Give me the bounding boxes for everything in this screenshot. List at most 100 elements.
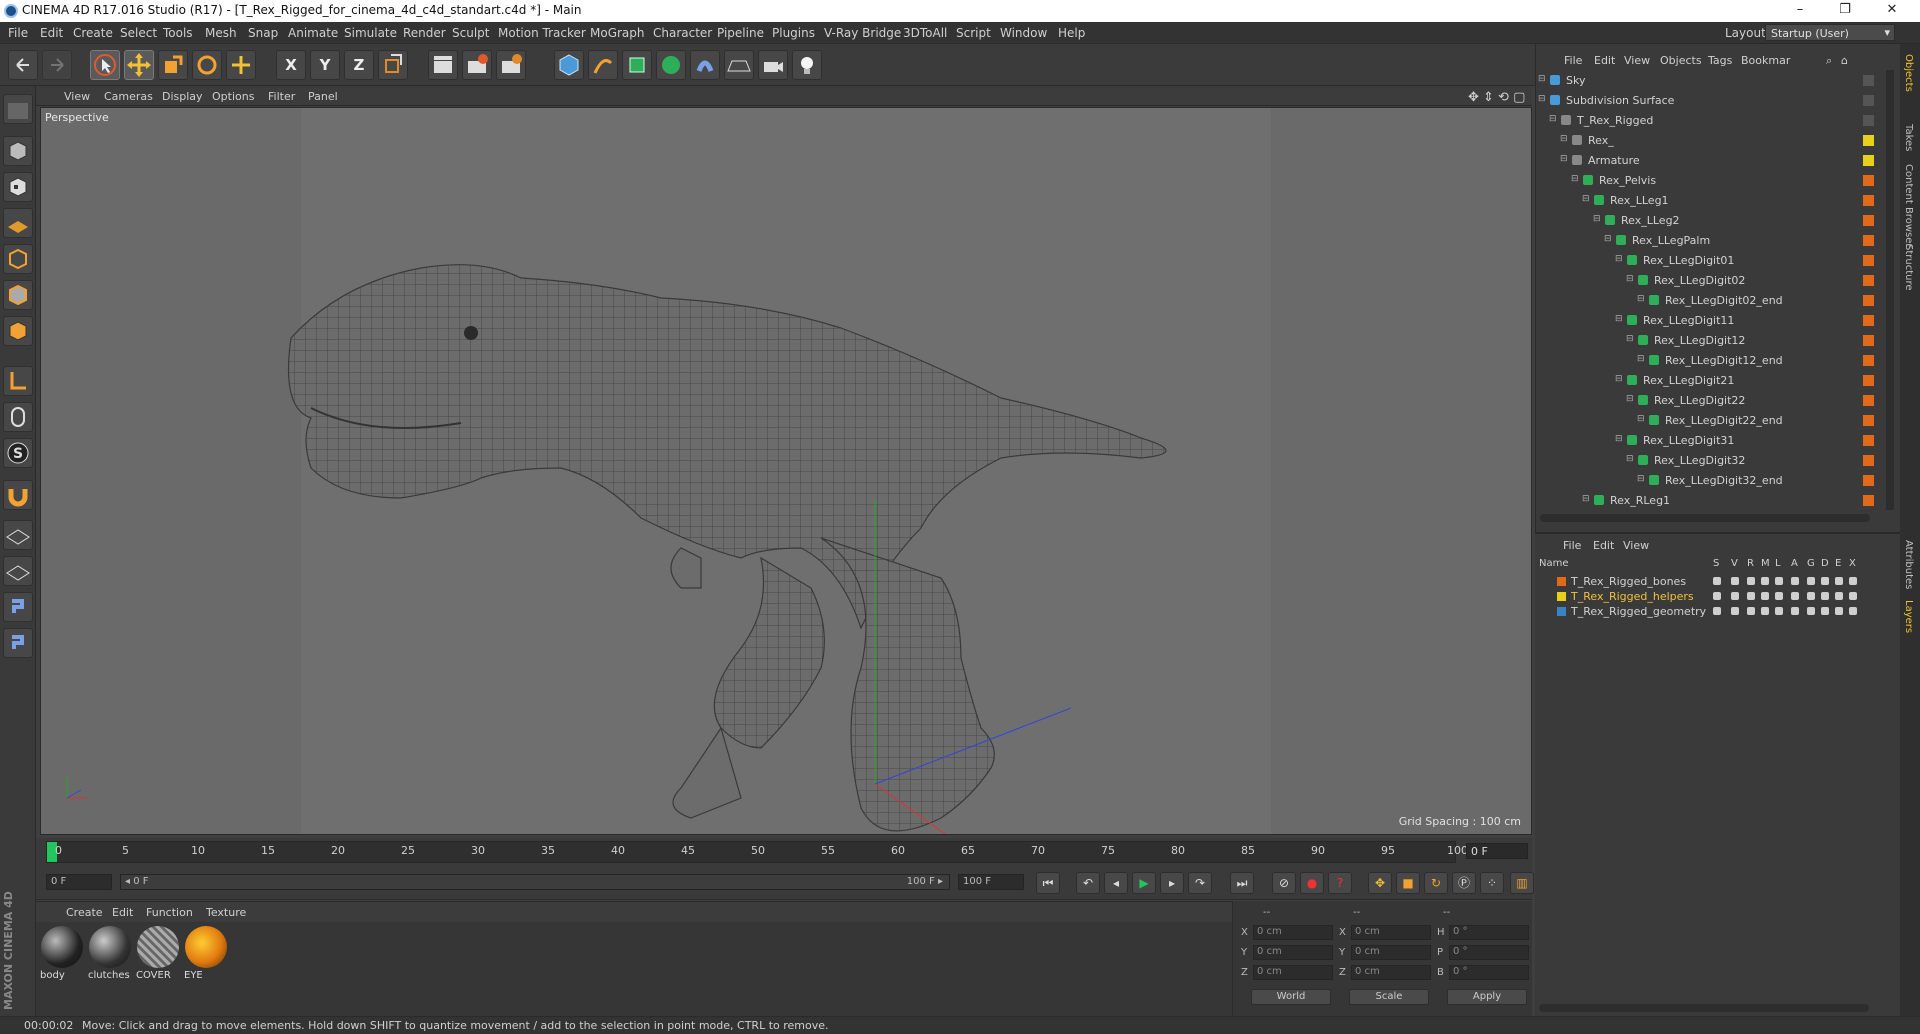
expand-toggle-icon[interactable]: ⊟: [1637, 414, 1647, 424]
expand-toggle-icon[interactable]: ⊟: [1626, 274, 1636, 284]
viewport-nav-icons[interactable]: ✥ ⇕ ⟲ ▢: [1468, 90, 1525, 105]
previous-frame-button[interactable]: ◂: [1104, 872, 1128, 894]
expand-toggle-icon[interactable]: ⊟: [1538, 74, 1548, 84]
layer-toggle-icon[interactable]: [1731, 592, 1739, 600]
menu-script[interactable]: Script: [956, 26, 991, 40]
timeline-track[interactable]: 0 5 10 15 20 25 30 35 40 45 50 55 60 65 …: [46, 841, 1468, 863]
x-axis-button[interactable]: X: [276, 50, 306, 80]
timeline-layout-button[interactable]: ▥: [1510, 872, 1534, 894]
key-rotation-button[interactable]: ↻: [1424, 872, 1448, 894]
points-mode-button[interactable]: [3, 244, 33, 274]
render-picture-viewer-button[interactable]: [462, 50, 492, 80]
render-settings-button[interactable]: [496, 50, 526, 80]
object-vertical-scrollbar[interactable]: [1886, 70, 1894, 510]
menu-select[interactable]: Select: [120, 26, 157, 40]
material-body[interactable]: body: [40, 926, 86, 984]
object-row[interactable]: ⊟ Rex_RLeg1: [1536, 490, 1874, 510]
object-row[interactable]: ⊟ Rex_LLegDigit31: [1536, 430, 1874, 450]
previous-key-button[interactable]: ↶: [1076, 872, 1100, 894]
layer-toggle-icon[interactable]: [1713, 577, 1721, 585]
size-x-field[interactable]: 0 cm: [1351, 925, 1431, 940]
locked-workplane-button[interactable]: [3, 520, 33, 550]
layer-menu-view[interactable]: View: [1623, 539, 1649, 552]
layer-color-chip[interactable]: [1863, 255, 1874, 266]
menu-window[interactable]: Window: [1000, 26, 1047, 40]
layer-color-chip[interactable]: [1863, 415, 1874, 426]
layer-toggle-icon[interactable]: [1747, 577, 1755, 585]
expand-toggle-icon[interactable]: ⊟: [1637, 294, 1647, 304]
layer-toggle-icon[interactable]: [1821, 592, 1829, 600]
rot-h-field[interactable]: 0 °: [1449, 925, 1529, 940]
expand-toggle-icon[interactable]: ⊟: [1615, 254, 1625, 264]
object-row[interactable]: ⊟ Rex_LLeg1: [1536, 190, 1874, 210]
key-parameter-button[interactable]: Ⓟ: [1452, 872, 1476, 894]
expand-toggle-icon[interactable]: ⊟: [1593, 214, 1603, 224]
object-row[interactable]: ⊟ Rex_LLegDigit32: [1536, 450, 1874, 470]
layer-row[interactable]: T_Rex_Rigged_geometry: [1535, 604, 1870, 619]
move-tool-button[interactable]: [124, 50, 154, 80]
expand-toggle-icon[interactable]: ⊟: [1626, 454, 1636, 464]
keyframe-selection-button[interactable]: ?: [1328, 872, 1352, 894]
layer-toggle-icon[interactable]: [1849, 607, 1857, 615]
material-menu-create[interactable]: Create: [66, 906, 103, 919]
material-menu-function[interactable]: Function: [146, 906, 193, 919]
object-row[interactable]: ⊟ Rex_LLegDigit01: [1536, 250, 1874, 270]
key-position-button[interactable]: ✥: [1368, 872, 1392, 894]
redo-button[interactable]: [42, 50, 72, 80]
menu-plugins[interactable]: Plugins: [772, 26, 815, 40]
menu-animate[interactable]: Animate: [288, 26, 338, 40]
planar-workplane-button[interactable]: [3, 556, 33, 586]
expand-toggle-icon[interactable]: ⊟: [1615, 374, 1625, 384]
layer-color-chip[interactable]: [1863, 155, 1874, 166]
layer-toggle-icon[interactable]: [1731, 607, 1739, 615]
layer-color-swatch[interactable]: [1557, 607, 1566, 616]
size-z-field[interactable]: 0 cm: [1351, 965, 1431, 980]
object-row[interactable]: ⊟ Rex_: [1536, 130, 1874, 150]
tab-attributes[interactable]: Attributes: [1903, 540, 1914, 589]
layer-column-header[interactable]: X: [1849, 558, 1856, 569]
layer-toggle-icon[interactable]: [1807, 577, 1815, 585]
layer-menu-edit[interactable]: Edit: [1593, 539, 1614, 552]
layer-color-chip[interactable]: [1863, 475, 1874, 486]
viewport-menu-display[interactable]: Display: [162, 90, 203, 103]
layer-color-chip[interactable]: [1863, 75, 1874, 86]
layer-row[interactable]: T_Rex_Rigged_helpers: [1535, 589, 1870, 604]
object-row[interactable]: ⊟ Rex_LLeg2: [1536, 210, 1874, 230]
layer-toggle-icon[interactable]: [1713, 592, 1721, 600]
layer-toggle-icon[interactable]: [1791, 607, 1799, 615]
layer-color-chip[interactable]: [1863, 95, 1874, 106]
layer-column-header[interactable]: R: [1747, 558, 1754, 569]
layout-dropdown[interactable]: Startup (User) ▾: [1765, 24, 1895, 41]
layer-toggle-icon[interactable]: [1791, 592, 1799, 600]
viewport-menu-view[interactable]: View: [64, 90, 90, 103]
current-frame-field[interactable]: 0 F: [1466, 843, 1528, 859]
menu-edit[interactable]: Edit: [40, 26, 63, 40]
next-key-button[interactable]: ↷: [1188, 872, 1212, 894]
layer-color-chip[interactable]: [1863, 295, 1874, 306]
viewport-menu-panel[interactable]: Panel: [308, 90, 338, 103]
expand-toggle-icon[interactable]: ⊟: [1560, 154, 1570, 164]
viewport-menu-options[interactable]: Options: [212, 90, 254, 103]
layer-color-swatch[interactable]: [1557, 592, 1566, 601]
layer-toggle-icon[interactable]: [1835, 607, 1843, 615]
layer-color-chip[interactable]: [1863, 315, 1874, 326]
layer-toggle-icon[interactable]: [1821, 607, 1829, 615]
tab-structure[interactable]: Structure: [1903, 244, 1914, 291]
deformer-button[interactable]: [690, 50, 720, 80]
layer-toggle-icon[interactable]: [1775, 592, 1783, 600]
expand-toggle-icon[interactable]: ⊟: [1582, 194, 1592, 204]
menu-tools[interactable]: Tools: [163, 26, 193, 40]
tweak-mode-button[interactable]: [3, 402, 33, 432]
tab-takes[interactable]: Takes: [1903, 124, 1914, 151]
layer-color-chip[interactable]: [1863, 455, 1874, 466]
layer-toggle-icon[interactable]: [1775, 607, 1783, 615]
object-row[interactable]: ⊟ Rex_Pelvis: [1536, 170, 1874, 190]
object-horizontal-scrollbar[interactable]: [1540, 514, 1870, 522]
layer-color-chip[interactable]: [1863, 115, 1874, 126]
layer-column-header[interactable]: G: [1807, 558, 1815, 569]
end-frame-field[interactable]: 100 F: [958, 874, 1024, 890]
go-to-start-button[interactable]: ⏮: [1036, 872, 1060, 894]
rot-b-field[interactable]: 0 °: [1449, 965, 1529, 980]
object-menu-tags[interactable]: Tags: [1708, 54, 1732, 67]
layer-row[interactable]: T_Rex_Rigged_bones: [1535, 574, 1870, 589]
